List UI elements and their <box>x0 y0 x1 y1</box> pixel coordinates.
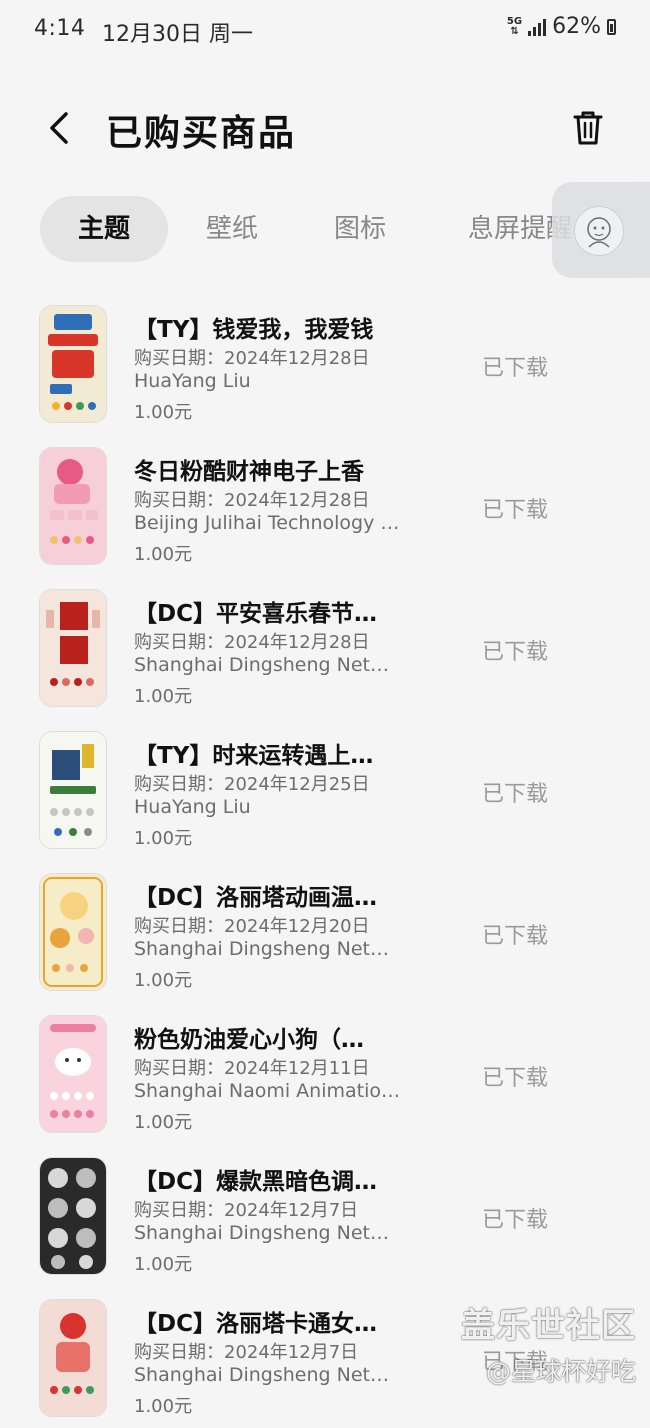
item-author: Shanghai Dingsheng Net… <box>134 654 389 676</box>
theme-thumbnail <box>40 732 106 848</box>
data-arrows-icon: ⇅ <box>510 25 519 37</box>
avatar-face-icon <box>587 217 611 248</box>
item-price: 1.00元 <box>134 1112 193 1133</box>
item-author: Shanghai Dingsheng Net… <box>134 1364 389 1386</box>
tab-themes[interactable]: 主题 <box>40 196 168 262</box>
theme-thumbnail <box>40 1300 106 1416</box>
item-author: HuaYang Liu <box>134 796 251 818</box>
item-purchase-date: 购买日期：2024年12月11日 <box>134 1058 370 1079</box>
chevron-left-icon <box>50 112 68 144</box>
list-item[interactable]: 冬日粉酷财神电子上香 购买日期：2024年12月28日 Beijing Juli… <box>0 434 650 576</box>
item-price: 1.00元 <box>134 1396 193 1417</box>
theme-thumbnail <box>40 1158 106 1274</box>
item-title: 粉色奶油爱心小狗（… <box>134 1027 364 1053</box>
item-purchase-date: 购买日期：2024年12月25日 <box>134 774 370 795</box>
status-indicators: 5G ⇅ 62% <box>507 14 616 39</box>
floating-assistant-button[interactable] <box>552 182 650 278</box>
item-title: 冬日粉酷财神电子上香 <box>134 459 364 485</box>
item-purchase-date: 购买日期：2024年12月7日 <box>134 1200 359 1221</box>
list-item[interactable]: 【DC】平安喜乐春节… 购买日期：2024年12月28日 Shanghai Di… <box>0 576 650 718</box>
item-purchase-date: 购买日期：2024年12月28日 <box>134 490 370 511</box>
status-time: 4:14 <box>34 16 86 41</box>
battery-icon <box>607 18 616 35</box>
status-bar: 4:14 12月30日 周一 5G ⇅ 62% <box>0 0 650 60</box>
signal-icon <box>528 18 547 36</box>
tab-wallpapers[interactable]: 壁纸 <box>188 196 276 262</box>
theme-thumbnail <box>40 1016 106 1132</box>
network-label: 5G <box>506 15 523 27</box>
list-item[interactable]: 【TY】钱爱我，我爱钱 购买日期：2024年12月28日 HuaYang Liu… <box>0 292 650 434</box>
item-author: Shanghai Dingsheng Net… <box>134 938 389 960</box>
download-status[interactable]: 已下载 <box>482 1202 548 1234</box>
avatar <box>574 206 624 256</box>
item-price: 1.00元 <box>134 1254 193 1275</box>
item-author: Shanghai Naomi Animatio… <box>134 1080 400 1102</box>
watermark-username: @星球杯好吃 <box>485 1357 636 1386</box>
theme-thumbnail <box>40 448 106 564</box>
item-title: 【TY】时来运转遇上… <box>134 743 374 769</box>
list-item[interactable]: 【TY】时来运转遇上… 购买日期：2024年12月25日 HuaYang Liu… <box>0 718 650 860</box>
list-item[interactable]: 【DC】洛丽塔动画温… 购买日期：2024年12月20日 Shanghai Di… <box>0 860 650 1002</box>
theme-thumbnail <box>40 590 106 706</box>
delete-button[interactable] <box>566 106 610 150</box>
download-status[interactable]: 已下载 <box>482 634 548 666</box>
download-status[interactable]: 已下载 <box>482 492 548 524</box>
item-purchase-date: 购买日期：2024年12月20日 <box>134 916 370 937</box>
item-price: 1.00元 <box>134 686 193 707</box>
theme-thumbnail <box>40 874 106 990</box>
list-item[interactable]: 粉色奶油爱心小狗（… 购买日期：2024年12月11日 Shanghai Nao… <box>0 1002 650 1144</box>
download-status[interactable]: 已下载 <box>482 1060 548 1092</box>
item-author: Shanghai Dingsheng Net… <box>134 1222 389 1244</box>
item-title: 【DC】洛丽塔动画温… <box>134 885 377 911</box>
app-header: 已购买商品 <box>0 90 650 170</box>
item-purchase-date: 购买日期：2024年12月28日 <box>134 632 370 653</box>
page-title: 已购买商品 <box>106 113 297 154</box>
watermark-logo: 盖乐世社区 <box>461 1306 636 1346</box>
item-price: 1.00元 <box>134 544 193 565</box>
back-button[interactable] <box>40 108 80 148</box>
battery-percentage: 62% <box>552 14 601 39</box>
item-title: 【DC】平安喜乐春节… <box>134 601 377 627</box>
network-5g-icon: 5G ⇅ <box>506 15 523 37</box>
item-purchase-date: 购买日期：2024年12月28日 <box>134 348 370 369</box>
item-purchase-date: 购买日期：2024年12月7日 <box>134 1342 359 1363</box>
tab-icons[interactable]: 图标 <box>316 196 404 262</box>
item-price: 1.00元 <box>134 970 193 991</box>
status-date: 12月30日 周一 <box>102 22 253 47</box>
item-price: 1.00元 <box>134 828 193 849</box>
item-title: 【DC】洛丽塔卡通女… <box>134 1311 377 1337</box>
item-author: Beijing Julihai Technology … <box>134 512 400 534</box>
download-status[interactable]: 已下载 <box>482 776 548 808</box>
item-author: HuaYang Liu <box>134 370 251 392</box>
theme-thumbnail <box>40 306 106 422</box>
item-title: 【TY】钱爱我，我爱钱 <box>134 317 374 343</box>
item-price: 1.00元 <box>134 402 193 423</box>
list-item[interactable]: 【DC】爆款黑暗色调… 购买日期：2024年12月7日 Shanghai Din… <box>0 1144 650 1286</box>
item-title: 【DC】爆款黑暗色调… <box>134 1169 377 1195</box>
trash-icon <box>573 111 603 145</box>
download-status[interactable]: 已下载 <box>482 350 548 382</box>
download-status[interactable]: 已下载 <box>482 918 548 950</box>
